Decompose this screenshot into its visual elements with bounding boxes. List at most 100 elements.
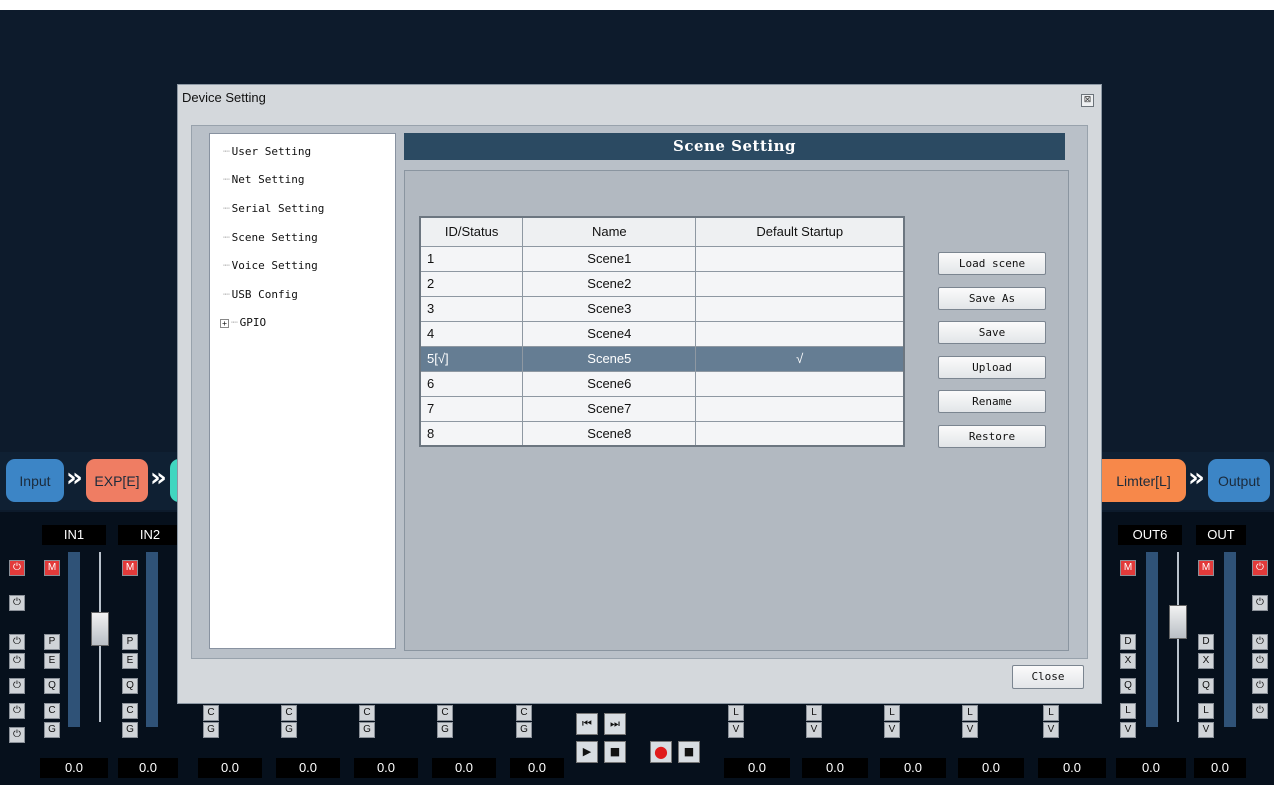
gain-value[interactable]: 0.0 [198,758,262,778]
power-icon[interactable]: ⏻ [9,560,25,576]
rename-button[interactable]: Rename [938,390,1046,413]
column-header-name[interactable]: Name [522,216,697,247]
v-button[interactable]: V [884,722,900,738]
column-header-default[interactable]: Default Startup [695,216,905,247]
power-icon[interactable]: ⏻ [9,678,25,694]
l-button[interactable]: L [806,705,822,721]
g-button[interactable]: G [203,722,219,738]
l-button[interactable]: L [728,705,744,721]
c-button[interactable]: C [359,705,375,721]
x-button[interactable]: X [1120,653,1136,669]
table-row[interactable]: 4 Scene4 [419,320,905,347]
gain-value[interactable]: 0.0 [1194,758,1246,778]
tree-item-serial-setting[interactable]: ┈ Serial Setting [223,201,324,217]
tree-item-gpio[interactable]: + ┈ GPIO [220,315,266,331]
stop-record-icon[interactable]: ■ [678,741,700,763]
mute-button[interactable]: M [44,560,60,576]
g-button[interactable]: G [516,722,532,738]
table-row[interactable]: 2 Scene2 [419,270,905,297]
q-button[interactable]: Q [1198,678,1214,694]
power-icon[interactable]: ⏻ [1252,634,1268,650]
g-button[interactable]: G [281,722,297,738]
tree-item-net-setting[interactable]: ┈ Net Setting [223,172,304,188]
e-button[interactable]: E [44,653,60,669]
l-button[interactable]: L [884,705,900,721]
table-row[interactable]: 3 Scene3 [419,295,905,322]
power-icon[interactable]: ⏻ [9,634,25,650]
input-block[interactable]: Input [6,459,64,502]
d-button[interactable]: D [1198,634,1214,650]
gain-value[interactable]: 0.0 [40,758,108,778]
output-block[interactable]: Output [1208,459,1270,502]
mute-button[interactable]: M [122,560,138,576]
q-button[interactable]: Q [122,678,138,694]
c-button[interactable]: C [44,703,60,719]
restore-button[interactable]: Restore [938,425,1046,448]
upload-button[interactable]: Upload [938,356,1046,379]
gain-value[interactable]: 0.0 [958,758,1024,778]
p-button[interactable]: P [122,634,138,650]
c-button[interactable]: C [122,703,138,719]
c-button[interactable]: C [281,705,297,721]
expand-icon[interactable]: + [220,318,229,328]
column-header-id[interactable]: ID/Status [419,216,524,247]
save-as-button[interactable]: Save As [938,287,1046,310]
previous-icon[interactable]: ⏮ [576,713,598,735]
table-row[interactable]: 1 Scene1 [419,245,905,272]
power-icon[interactable]: ⏻ [1252,653,1268,669]
d-button[interactable]: D [1120,634,1136,650]
gain-value[interactable]: 0.0 [118,758,178,778]
gain-value[interactable]: 0.0 [802,758,868,778]
exp-block[interactable]: EXP[E] [86,459,148,502]
v-button[interactable]: V [1198,722,1214,738]
x-button[interactable]: X [1198,653,1214,669]
power-icon[interactable]: ⏻ [9,703,25,719]
tree-item-usb-config[interactable]: ┈ USB Config [223,287,298,303]
v-button[interactable]: V [1043,722,1059,738]
gain-value[interactable]: 0.0 [1038,758,1106,778]
gain-value[interactable]: 0.0 [276,758,340,778]
power-icon[interactable]: ⏻ [1252,595,1268,611]
g-button[interactable]: G [44,722,60,738]
gain-value[interactable]: 0.0 [510,758,564,778]
record-icon[interactable]: ● [650,741,672,763]
l-button[interactable]: L [962,705,978,721]
g-button[interactable]: G [122,722,138,738]
table-row[interactable]: 6 Scene6 [419,370,905,397]
p-button[interactable]: P [44,634,60,650]
next-icon[interactable]: ⏭ [604,713,626,735]
gain-value[interactable]: 0.0 [1116,758,1186,778]
v-button[interactable]: V [1120,722,1136,738]
save-button[interactable]: Save [938,321,1046,344]
g-button[interactable]: G [359,722,375,738]
tree-item-voice-setting[interactable]: ┈ Voice Setting [223,258,318,274]
v-button[interactable]: V [728,722,744,738]
close-icon[interactable]: ⊠ [1081,94,1094,107]
c-button[interactable]: C [437,705,453,721]
gain-value[interactable]: 0.0 [354,758,418,778]
stop-icon[interactable]: ■ [604,741,626,763]
power-icon[interactable]: ⏻ [1252,678,1268,694]
table-row[interactable]: 8 Scene8 [419,420,905,447]
g-button[interactable]: G [437,722,453,738]
table-row-selected[interactable]: 5[√] Scene5 √ [419,345,905,372]
power-icon[interactable]: ⏻ [1252,560,1268,576]
fader-handle[interactable] [1169,605,1187,639]
gain-value[interactable]: 0.0 [432,758,496,778]
l-button[interactable]: L [1120,703,1136,719]
mute-button[interactable]: M [1198,560,1214,576]
v-button[interactable]: V [806,722,822,738]
power-icon[interactable]: ⏻ [9,595,25,611]
q-button[interactable]: Q [1120,678,1136,694]
c-button[interactable]: C [203,705,219,721]
l-button[interactable]: L [1198,703,1214,719]
c-button[interactable]: C [516,705,532,721]
l-button[interactable]: L [1043,705,1059,721]
table-row[interactable]: 7 Scene7 [419,395,905,422]
mute-button[interactable]: M [1120,560,1136,576]
q-button[interactable]: Q [44,678,60,694]
play-icon[interactable]: ▶ [576,741,598,763]
fader-handle[interactable] [91,612,109,646]
close-button[interactable]: Close [1012,665,1084,689]
load-scene-button[interactable]: Load scene [938,252,1046,275]
